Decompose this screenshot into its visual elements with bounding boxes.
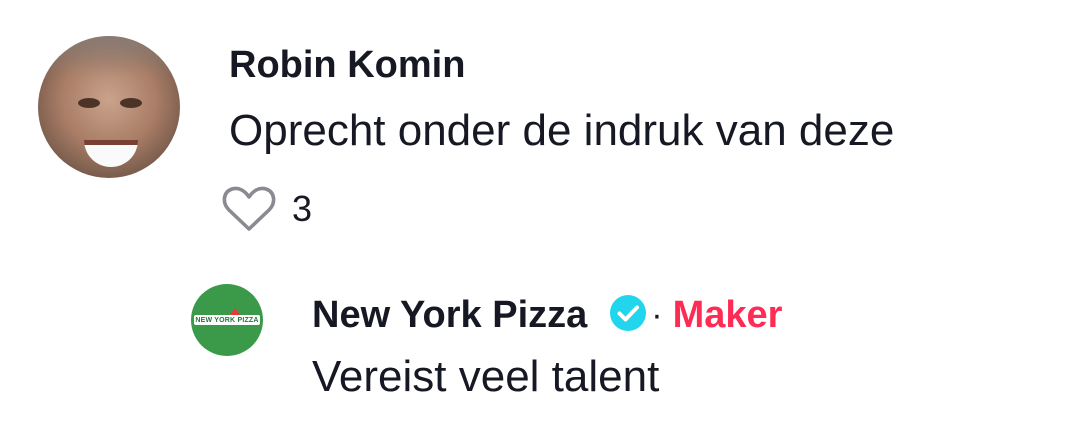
user-avatar[interactable] [38, 36, 180, 178]
brand-logo: NEW YORK PIZZA [194, 315, 260, 325]
heart-outline-icon[interactable] [222, 185, 276, 233]
reply-header: New York Pizza · Maker [312, 290, 782, 340]
avatar-eye-left [78, 98, 100, 108]
reply-username[interactable]: New York Pizza [312, 294, 587, 337]
comment-thread: Robin Komin Oprecht onder de indruk van … [0, 0, 1070, 438]
like-row: 3 [222, 184, 312, 234]
comment-username[interactable]: Robin Komin [229, 44, 465, 87]
brand-logo-text: NEW YORK PIZZA [195, 316, 259, 324]
verified-check-icon [609, 294, 647, 337]
avatar-hair [38, 36, 180, 76]
reply-text: Vereist veel talent [312, 352, 660, 401]
avatar-mouth [84, 140, 138, 167]
creator-badge: Maker [672, 293, 783, 336]
like-count: 3 [292, 188, 313, 229]
brand-avatar[interactable]: NEW YORK PIZZA [191, 284, 263, 356]
comment-text: Oprecht onder de indruk van deze [229, 106, 895, 155]
avatar-eye-right [120, 98, 142, 108]
separator-dot: · [651, 295, 663, 334]
